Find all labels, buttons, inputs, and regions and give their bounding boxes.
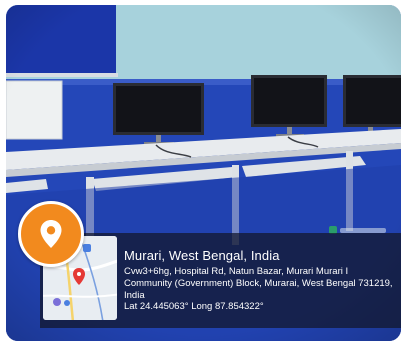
geotagged-photo: Murari, West Bengal, India Cvw3+6hg, Hos… [6,5,401,341]
location-title: Murari, West Bengal, India [124,248,280,263]
location-address: Cvw3+6hg, Hospital Rd, Natun Bazar, Mura… [124,266,393,301]
location-pin-icon [40,220,62,248]
watermark-text-mark [340,227,386,233]
location-coordinates: Lat 24.445063° Long 87.854322° [124,301,264,313]
location-badge [18,201,84,267]
location-details: Murari, West Bengal, India Cvw3+6hg, Hos… [124,248,398,313]
